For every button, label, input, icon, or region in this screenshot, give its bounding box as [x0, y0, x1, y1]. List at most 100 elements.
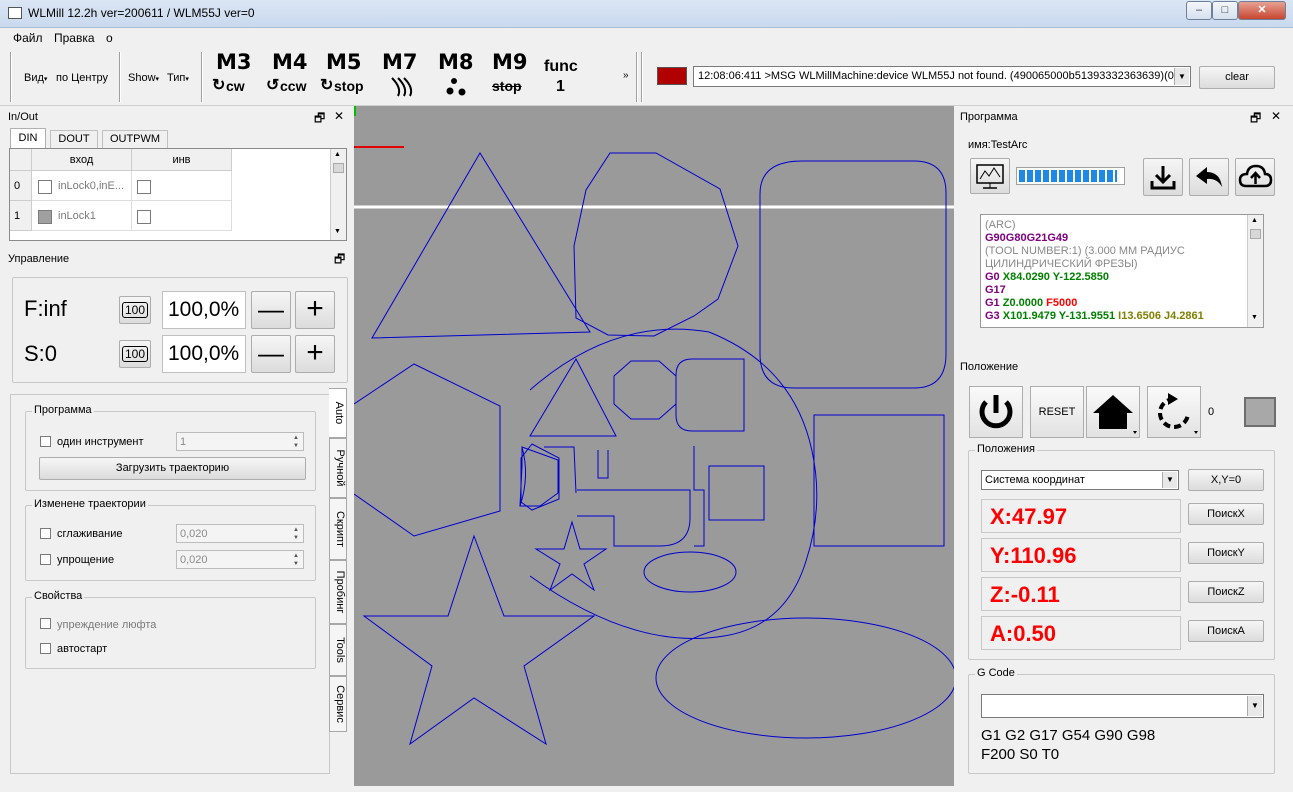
- undock-icon[interactable]: 🗗: [334, 250, 345, 271]
- chevron-down-icon[interactable]: ▼: [1174, 68, 1189, 85]
- undock-icon[interactable]: 🗗: [1250, 109, 1261, 130]
- xy-zero-button[interactable]: X,Y=0: [1188, 469, 1264, 491]
- scroll-down-icon[interactable]: ▼: [1251, 314, 1258, 321]
- maximize-button[interactable]: □: [1212, 1, 1238, 20]
- feed-100-button[interactable]: 100: [119, 296, 151, 324]
- spin-up-icon[interactable]: ▲: [290, 552, 302, 560]
- smoothing-checkbox[interactable]: [40, 528, 51, 539]
- type-menu-button[interactable]: Тип▾: [167, 72, 189, 84]
- spin-down-icon[interactable]: ▼: [290, 560, 302, 568]
- vtab-tools[interactable]: Tools: [329, 624, 347, 676]
- scroll-thumb[interactable]: [333, 163, 344, 173]
- rotate-dashed-button[interactable]: [1147, 386, 1201, 438]
- minimize-button[interactable]: –: [1186, 1, 1212, 20]
- tab-outpwm[interactable]: OUTPWM: [102, 130, 168, 148]
- close-icon[interactable]: ✕: [1271, 109, 1281, 123]
- gcode-command-input[interactable]: ▼: [981, 694, 1264, 718]
- center-button[interactable]: по Центру: [56, 72, 108, 84]
- progress-fill: [1019, 170, 1117, 182]
- m5-spindle-stop-button[interactable]: M5 ↻ stop: [320, 48, 370, 104]
- backlash-checkbox[interactable]: [40, 618, 51, 629]
- view-menu-button[interactable]: Вид▾: [24, 72, 47, 84]
- rotate-dashed-icon: [1158, 393, 1198, 434]
- menu-other[interactable]: o: [106, 31, 113, 45]
- smoothing-spinbox[interactable]: 0,020 ▲ ▼: [176, 524, 304, 543]
- row-checkbox[interactable]: [38, 210, 52, 224]
- simplify-checkbox[interactable]: [40, 554, 51, 565]
- toolbar-overflow-button[interactable]: »: [623, 70, 629, 81]
- one-tool-checkbox[interactable]: [40, 436, 51, 447]
- toolpath-viewport[interactable]: [354, 106, 954, 786]
- coordinate-system-select[interactable]: Система координат ▼: [981, 470, 1179, 490]
- spin-up-icon[interactable]: ▲: [290, 434, 302, 442]
- undock-icon[interactable]: 🗗: [314, 109, 325, 130]
- m7-mist-coolant-button[interactable]: M7: [378, 48, 422, 104]
- load-trajectory-button[interactable]: Загрузить траекторию: [39, 457, 306, 480]
- chevron-down-icon[interactable]: ▼: [1162, 472, 1177, 488]
- vtab-script[interactable]: Скрипт: [329, 498, 347, 560]
- row-checkbox[interactable]: [38, 180, 52, 194]
- menu-file[interactable]: Файл: [13, 31, 43, 45]
- undo-button[interactable]: [1189, 158, 1229, 196]
- feed-minus-button[interactable]: —: [251, 291, 291, 329]
- spindle-100-button[interactable]: 100: [119, 340, 151, 368]
- gcode-scrollbar[interactable]: ▲ ▼: [1247, 215, 1263, 327]
- find-y-button[interactable]: ПоискY: [1188, 542, 1264, 564]
- feed-plus-button[interactable]: +: [295, 291, 335, 329]
- m3-label: M3: [216, 50, 252, 74]
- scroll-up-icon[interactable]: ▲: [334, 151, 341, 158]
- column-header-input[interactable]: вход: [32, 149, 132, 171]
- func-button[interactable]: func 1: [542, 58, 584, 104]
- inv-cell[interactable]: [132, 201, 232, 231]
- show-menu-button[interactable]: Show▾: [128, 72, 159, 84]
- chevron-down-icon[interactable]: ▼: [1247, 696, 1262, 716]
- spindle-plus-button[interactable]: +: [295, 335, 335, 373]
- spin-up-icon[interactable]: ▲: [290, 526, 302, 534]
- table-row[interactable]: inLock1: [32, 201, 132, 231]
- scroll-up-icon[interactable]: ▲: [1251, 217, 1258, 224]
- home-button[interactable]: [1086, 386, 1140, 438]
- find-a-button[interactable]: ПоискA: [1188, 620, 1264, 642]
- clear-button[interactable]: clear: [1199, 66, 1275, 89]
- message-log-combo[interactable]: 12:08:06:411 >MSG WLMillMachine:device W…: [693, 66, 1191, 87]
- m4-spindle-ccw-button[interactable]: M4 ↺ ccw: [264, 48, 314, 104]
- table-scrollbar[interactable]: ▲ ▼: [330, 149, 346, 240]
- inv-cell[interactable]: [132, 171, 232, 201]
- tab-din[interactable]: DIN: [10, 128, 46, 148]
- simplify-spinbox[interactable]: 0,020 ▲ ▼: [176, 550, 304, 569]
- tab-dout[interactable]: DOUT: [50, 130, 98, 148]
- power-button[interactable]: [969, 386, 1023, 438]
- inv-checkbox[interactable]: [137, 210, 151, 224]
- upload-button[interactable]: [1235, 158, 1275, 196]
- close-icon[interactable]: ✕: [334, 109, 344, 123]
- column-header-inv[interactable]: инв: [132, 149, 232, 171]
- feed-override-value[interactable]: 100,0%: [162, 291, 246, 329]
- spindle-minus-button[interactable]: —: [251, 335, 291, 373]
- window-title: WLMill 12.2h ver=200611 / WLM55J ver=0: [28, 6, 255, 20]
- m9-coolant-stop-button[interactable]: M9 stop: [488, 48, 534, 104]
- scroll-down-icon[interactable]: ▼: [334, 228, 341, 235]
- inv-checkbox[interactable]: [137, 180, 151, 194]
- vtab-service[interactable]: Сервис: [329, 676, 347, 732]
- m3-spindle-cw-button[interactable]: M3 ↻ cw: [210, 48, 260, 104]
- scroll-thumb[interactable]: [1250, 229, 1261, 239]
- spin-down-icon[interactable]: ▼: [290, 534, 302, 542]
- vtab-manual[interactable]: Ручной: [329, 438, 347, 498]
- menu-edit[interactable]: Правка: [54, 31, 95, 45]
- close-button[interactable]: ✕: [1238, 1, 1286, 20]
- vtab-probing[interactable]: Пробинг: [329, 560, 347, 624]
- one-tool-spinbox[interactable]: 1 ▲ ▼: [176, 432, 304, 451]
- find-z-button[interactable]: ПоискZ: [1188, 581, 1264, 603]
- m8-flood-coolant-button[interactable]: M8: [434, 48, 478, 104]
- autostart-checkbox[interactable]: [40, 643, 51, 654]
- table-row[interactable]: inLock0,inE...: [32, 171, 132, 201]
- spindle-override-value[interactable]: 100,0%: [162, 335, 246, 373]
- download-button[interactable]: [1143, 158, 1183, 196]
- find-x-button[interactable]: ПоискX: [1188, 503, 1264, 525]
- gcode-token: G17: [985, 284, 1006, 296]
- preview-button[interactable]: [970, 158, 1010, 194]
- reset-button[interactable]: RESET: [1030, 386, 1084, 438]
- vtab-auto[interactable]: Auto: [329, 388, 347, 438]
- gcode-editor[interactable]: (ARC) G90G80G21G49 (TOOL NUMBER:1) (3.000 …: [980, 214, 1264, 328]
- spin-down-icon[interactable]: ▼: [290, 442, 302, 450]
